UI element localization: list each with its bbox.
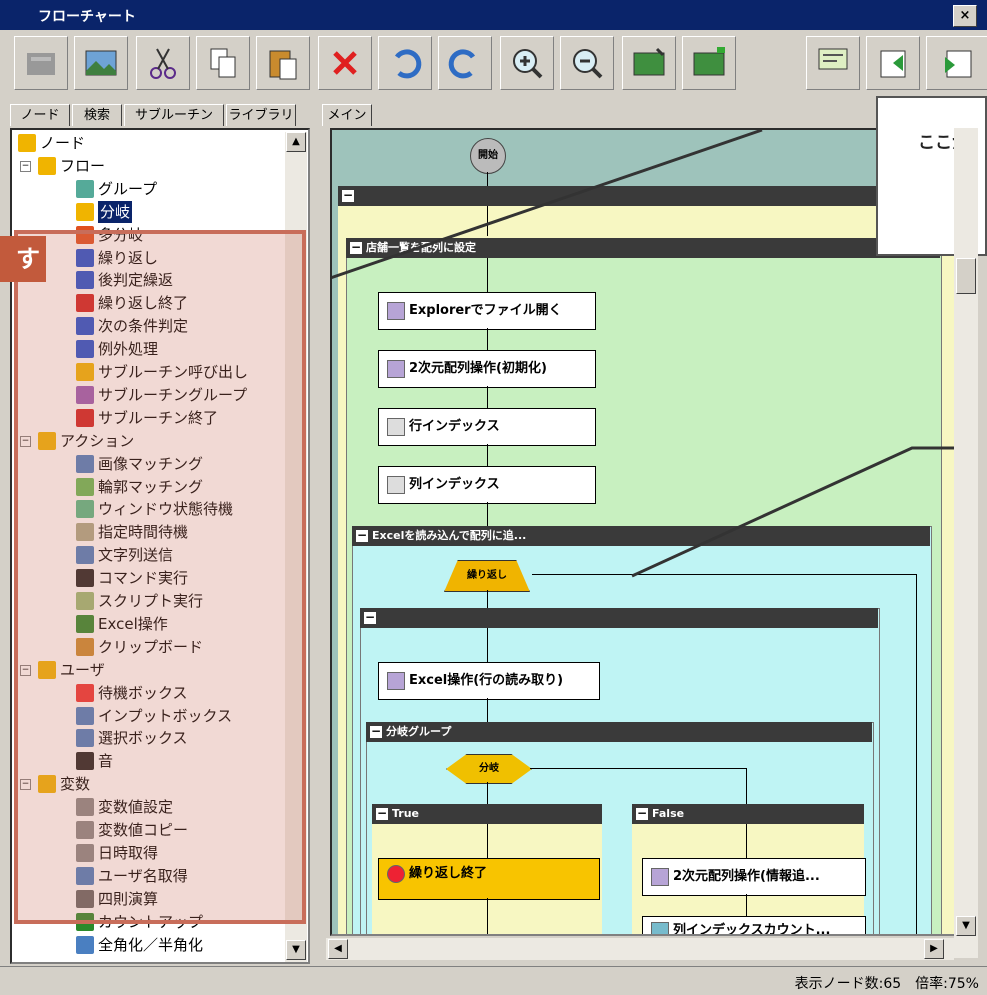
paste-icon bbox=[269, 50, 297, 80]
scroll-right-button[interactable]: ▶ bbox=[924, 939, 944, 959]
image-flag-icon bbox=[693, 47, 725, 76]
image-button[interactable] bbox=[74, 36, 128, 90]
import-icon bbox=[880, 50, 906, 78]
scissors-icon bbox=[150, 48, 176, 79]
scroll-thumb[interactable] bbox=[956, 258, 976, 294]
window-title: フローチャート bbox=[38, 9, 136, 25]
tree-node-label: フロー bbox=[60, 156, 106, 175]
undo-button[interactable] bbox=[378, 36, 432, 90]
status-text: 表示ノード数:65 倍率:75% bbox=[794, 976, 979, 992]
scroll-left-button[interactable]: ◀ bbox=[328, 939, 348, 959]
flowchart-canvas[interactable]: 開始 − − 店舗一覧を配列に設定 Explorerでファイル開く 2次元配列操作… bbox=[330, 128, 962, 936]
hand-icon bbox=[27, 53, 55, 75]
canvas-scrollbar[interactable]: ▼ bbox=[954, 128, 978, 958]
annotation-lines bbox=[332, 130, 960, 578]
delete-button[interactable] bbox=[318, 36, 372, 90]
tab-node[interactable]: ノード bbox=[10, 104, 70, 126]
undo-icon bbox=[394, 49, 422, 79]
canvas-hscrollbar[interactable]: ◀ ▶ bbox=[326, 938, 954, 960]
import-button[interactable] bbox=[866, 36, 920, 90]
delete-icon bbox=[333, 51, 357, 75]
capture-button[interactable] bbox=[14, 36, 68, 90]
close-button[interactable]: × bbox=[953, 5, 977, 27]
right-tab-strip: メイン bbox=[322, 104, 382, 128]
tree-node-label: 全角化／半角化 bbox=[98, 935, 204, 954]
tab-main[interactable]: メイン bbox=[322, 104, 372, 126]
image-icon bbox=[85, 50, 117, 76]
expand-toggle[interactable]: − bbox=[20, 160, 31, 172]
cut-button[interactable] bbox=[136, 36, 190, 90]
tab-search[interactable]: 検索 bbox=[72, 104, 122, 126]
folder-icon bbox=[18, 134, 36, 152]
image-edit-icon bbox=[633, 47, 665, 76]
scroll-down-button[interactable]: ▼ bbox=[286, 940, 306, 960]
title-bar: フローチャート bbox=[0, 0, 987, 30]
tree-node-label: グループ bbox=[98, 179, 158, 198]
tree-node-label: ノード bbox=[40, 134, 86, 152]
image-edit-button[interactable] bbox=[622, 36, 676, 90]
folder-icon bbox=[38, 156, 56, 175]
copy-button[interactable] bbox=[196, 36, 250, 90]
tab-subroutine[interactable]: サブルーチン bbox=[124, 104, 224, 126]
highlight-box bbox=[14, 230, 306, 924]
zoom-out-button[interactable] bbox=[560, 36, 614, 90]
image-flag-button[interactable] bbox=[682, 36, 736, 90]
redo-icon bbox=[448, 49, 476, 79]
redo-button[interactable] bbox=[438, 36, 492, 90]
comment-icon bbox=[818, 48, 848, 70]
comment-button[interactable] bbox=[806, 36, 860, 90]
paste-button[interactable] bbox=[256, 36, 310, 90]
zoom-in-button[interactable] bbox=[500, 36, 554, 90]
node-type-icon bbox=[76, 935, 94, 954]
copy-icon bbox=[210, 48, 236, 78]
scroll-down-button[interactable]: ▼ bbox=[956, 916, 976, 936]
status-bar: 表示ノード数:65 倍率:75% bbox=[0, 966, 987, 995]
node-type-icon bbox=[76, 202, 94, 221]
callout-tag: す bbox=[0, 236, 46, 282]
zoom-in-icon bbox=[513, 49, 543, 79]
node-type-icon bbox=[76, 179, 94, 198]
export-icon bbox=[945, 50, 972, 78]
left-tab-strip: ノード 検索 サブルーチン ライブラリ bbox=[10, 104, 312, 128]
tab-library[interactable]: ライブラリ bbox=[226, 104, 296, 126]
tree-node-label: 分岐 bbox=[98, 200, 133, 223]
scroll-up-button[interactable]: ▲ bbox=[286, 132, 306, 152]
export-button[interactable] bbox=[926, 36, 987, 90]
zoom-out-icon bbox=[573, 49, 603, 79]
